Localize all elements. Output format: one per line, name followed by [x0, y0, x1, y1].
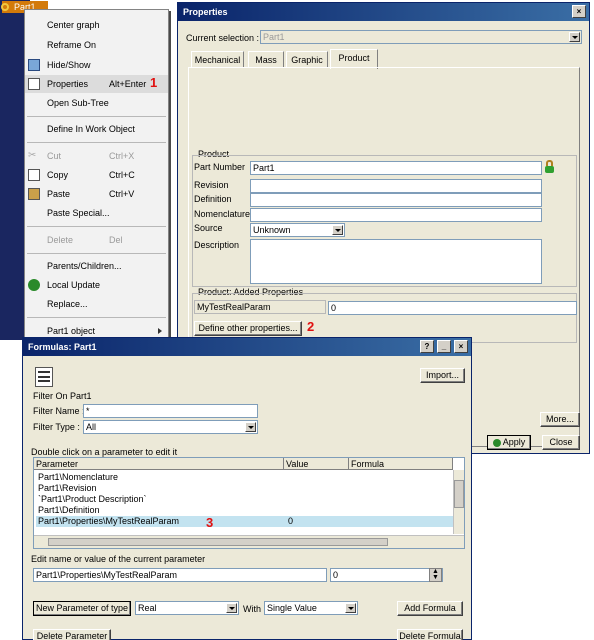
part-number-field[interactable]: Part1 [250, 161, 542, 175]
menu-item-open-sub-tree[interactable]: Open Sub-Tree [25, 94, 168, 112]
parameter-table: Parameter Value Formula Part1\Nomenclatu… [33, 457, 465, 549]
paste-icon [28, 188, 40, 200]
close-icon[interactable]: × [454, 340, 468, 353]
menu-separator [27, 142, 166, 143]
new-parameter-button[interactable]: New Parameter of type [33, 601, 131, 616]
description-label: Description [194, 240, 240, 250]
properties-icon [28, 78, 40, 90]
chevron-down-icon [245, 422, 256, 432]
submenu-arrow-icon [158, 328, 162, 334]
menu-item-parents-children[interactable]: Parents/Children... [25, 257, 168, 275]
filter-on-label: Filter On Part1 [33, 391, 92, 401]
apply-button[interactable]: Apply [487, 435, 531, 450]
menu-separator [27, 116, 166, 117]
tab-product[interactable]: Product [330, 49, 378, 69]
annotation-2: 2 [307, 319, 315, 334]
tab-mass[interactable]: Mass [248, 51, 284, 68]
formulas-dialog: Formulas: Part1 ? _ × Import... Filter O… [22, 337, 472, 640]
close-icon[interactable]: × [572, 5, 586, 18]
close-button[interactable]: Close [542, 435, 580, 450]
minimize-icon[interactable]: _ [437, 340, 451, 353]
revision-field[interactable] [250, 179, 542, 193]
table-row-selected[interactable]: Part1\Properties\MyTestRealParam 0 [36, 516, 461, 527]
table-row[interactable]: Part1\Definition [36, 505, 461, 516]
revision-label: Revision [194, 180, 229, 190]
added-param-name: MyTestRealParam [194, 300, 326, 314]
context-menu: Center graph Reframe On Hide/Show Proper… [24, 9, 169, 340]
edit-parameter-label: Edit name or value of the current parame… [31, 554, 206, 564]
menu-item-cut[interactable]: ✂ Cut Ctrl+X [25, 147, 168, 165]
define-other-properties-button[interactable]: Define other properties... [194, 321, 302, 336]
import-button[interactable]: Import... [420, 368, 465, 383]
tab-graphic[interactable]: Graphic [286, 51, 328, 68]
menu-item-center-graph[interactable]: Center graph [25, 16, 168, 34]
hide-show-icon [28, 59, 40, 71]
help-icon[interactable]: ? [420, 340, 434, 353]
horizontal-scrollbar[interactable] [34, 535, 464, 548]
nomenclature-field[interactable] [250, 208, 542, 222]
table-row[interactable]: `Part1\Product Description` [36, 494, 461, 505]
filter-name-label: Filter Name : [33, 406, 85, 416]
add-formula-button[interactable]: Add Formula [397, 601, 463, 616]
annotation-1: 1 [150, 75, 158, 90]
part-number-label: Part Number [194, 162, 246, 172]
source-select[interactable]: Unknown [250, 223, 345, 237]
menu-item-paste-special[interactable]: Paste Special... [25, 204, 168, 222]
source-label: Source [194, 223, 223, 233]
more-button[interactable]: More... [540, 412, 580, 427]
description-field[interactable] [250, 239, 542, 284]
menu-item-local-update[interactable]: Local Update [25, 276, 168, 294]
chevron-down-icon [569, 32, 580, 42]
tab-mechanical[interactable]: Mechanical [191, 51, 244, 68]
edit-parameter-value[interactable]: 0 [330, 568, 443, 582]
menu-item-hide-show[interactable]: Hide/Show [25, 56, 168, 74]
with-label: With [243, 604, 261, 614]
menu-item-paste[interactable]: Paste Ctrl+V [25, 185, 168, 203]
delete-formula-button[interactable]: Delete Formula [397, 629, 463, 640]
menu-item-delete[interactable]: Delete Del [25, 231, 168, 249]
menu-separator [27, 317, 166, 318]
filter-name-input[interactable]: * [83, 404, 258, 418]
apply-check-icon [492, 438, 501, 447]
table-row[interactable]: Part1\Nomenclature [36, 472, 461, 483]
menu-item-copy[interactable]: Copy Ctrl+C [25, 166, 168, 184]
column-header-parameter[interactable]: Parameter [34, 458, 284, 470]
menu-item-properties[interactable]: Properties Alt+Enter [25, 75, 168, 93]
update-icon [28, 279, 40, 291]
menu-separator [27, 226, 166, 227]
current-selection-label: Current selection : [186, 33, 260, 43]
value-spinner-icon[interactable]: ▲ ▼ [429, 568, 442, 582]
with-select[interactable]: Single Value [264, 601, 358, 615]
definition-field[interactable] [250, 193, 542, 207]
filter-type-select[interactable]: All [83, 420, 258, 434]
column-header-formula[interactable]: Formula [349, 458, 453, 470]
delete-parameter-button[interactable]: Delete Parameter [33, 629, 111, 640]
edit-parameter-name[interactable]: Part1\Properties\MyTestRealParam [33, 568, 327, 582]
parameter-type-select[interactable]: Real [135, 601, 239, 615]
menu-item-reframe-on[interactable]: Reframe On [25, 36, 168, 54]
table-row[interactable]: Part1\Revision [36, 483, 461, 494]
scissors-icon: ✂ [28, 150, 37, 161]
lock-icon[interactable] [545, 160, 554, 176]
chevron-down-icon [226, 603, 237, 613]
added-param-value[interactable]: 0 [328, 301, 577, 315]
filter-type-label: Filter Type : [33, 422, 80, 432]
copy-icon [28, 169, 40, 181]
part-gear-icon [1, 3, 9, 11]
menu-item-replace[interactable]: Replace... [25, 295, 168, 313]
column-header-value[interactable]: Value [284, 458, 349, 470]
vertical-scrollbar[interactable] [453, 470, 464, 534]
properties-title-bar[interactable]: Properties × [178, 3, 589, 21]
menu-item-define-in-work-object[interactable]: Define In Work Object [25, 120, 168, 138]
chevron-down-icon [345, 603, 356, 613]
formulas-title-bar[interactable]: Formulas: Part1 ? _ × [23, 338, 471, 356]
current-selection-field[interactable]: Part1 [260, 30, 582, 44]
formula-editor-icon[interactable] [35, 367, 53, 387]
definition-label: Definition [194, 194, 232, 204]
chevron-down-icon [332, 225, 343, 235]
annotation-3: 3 [206, 515, 214, 530]
menu-separator [27, 253, 166, 254]
nomenclature-label: Nomenclature [194, 209, 251, 219]
